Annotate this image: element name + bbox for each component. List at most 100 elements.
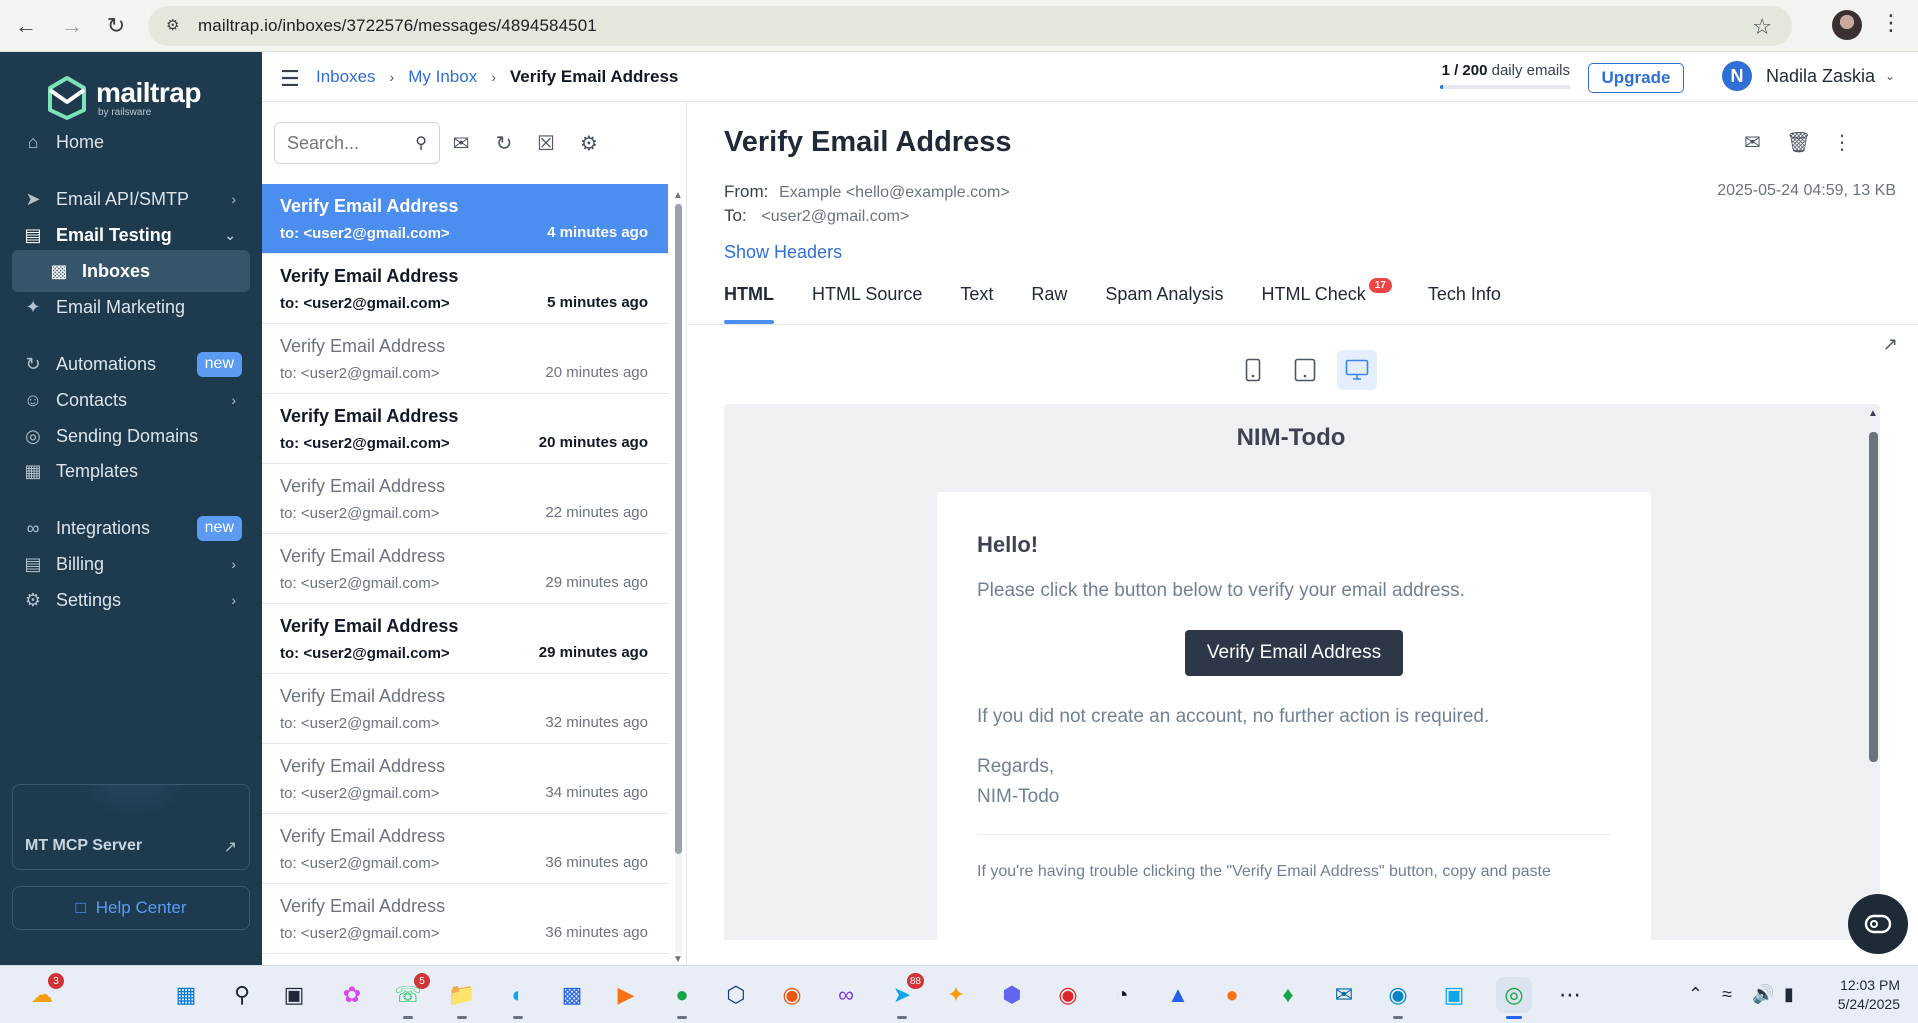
help-center-button[interactable]: □ Help Center	[12, 886, 250, 930]
list-item[interactable]: Verify Email Address to: <user2@gmail.com…	[262, 324, 668, 394]
list-item[interactable]: Verify Email Address to: <user2@gmail.com…	[262, 884, 668, 954]
volume-icon[interactable]: 🔊	[1752, 984, 1774, 1005]
obs-icon[interactable]: ◔	[1104, 977, 1140, 1013]
postman-icon[interactable]: ●	[1214, 977, 1250, 1013]
list-item[interactable]: Verify Email Address to: <user2@gmail.com…	[262, 604, 668, 674]
sidebar-item-home[interactable]: ⌂ Home	[12, 121, 250, 163]
copilot-icon[interactable]: ✿	[334, 977, 370, 1013]
visual-studio-icon[interactable]: ∞	[828, 977, 864, 1013]
outlook-icon[interactable]: ✉	[1326, 977, 1362, 1013]
scroll-down-arrow-icon[interactable]: ▼	[673, 954, 683, 965]
sidebar-item-settings[interactable]: ⚙ Settings ›	[12, 579, 250, 621]
breadcrumb-my-inbox[interactable]: My Inbox	[408, 67, 477, 87]
tab-raw[interactable]: Raw	[1031, 284, 1067, 324]
preview-scrollbar-thumb[interactable]	[1869, 432, 1878, 762]
mark-all-read-icon[interactable]: ✉	[448, 130, 474, 156]
tools-app-icon[interactable]: ✦	[938, 977, 974, 1013]
tab-html[interactable]: HTML	[724, 284, 774, 324]
running-indicator	[1393, 1016, 1403, 1019]
tab-html-source[interactable]: HTML Source	[812, 284, 922, 324]
url-text[interactable]: mailtrap.io/inboxes/3722576/messages/489…	[198, 16, 597, 36]
chrome-icon[interactable]: ◎	[1496, 977, 1532, 1019]
tray-chevron-up-icon[interactable]: ⌃	[1688, 984, 1703, 1005]
forward-email-icon[interactable]: ✉	[1744, 130, 1761, 155]
support-chat-button[interactable]	[1848, 894, 1908, 954]
open-in-new-window-icon[interactable]: ↗	[1883, 334, 1898, 355]
more-options-icon[interactable]: ⋮	[1832, 130, 1852, 155]
desktop-view-button[interactable]	[1337, 350, 1377, 390]
address-bar[interactable]: ⚙ mailtrap.io/inboxes/3722576/messages/4…	[148, 6, 1792, 46]
file-explorer-icon[interactable]: 📁	[444, 977, 480, 1019]
telegram-icon[interactable]: ➤ 88	[884, 973, 924, 1019]
list-item[interactable]: Verify Email Address to: <user2@gmail.com…	[262, 184, 668, 254]
list-item[interactable]: Verify Email Address to: <user2@gmail.com…	[262, 394, 668, 464]
list-item[interactable]: Verify Email Address to: <user2@gmail.com…	[262, 534, 668, 604]
list-item[interactable]: Verify Email Address to: <user2@gmail.com…	[262, 254, 668, 324]
mcp-server-card[interactable]: MT MCP Server ↗	[12, 784, 250, 870]
task-view-icon[interactable]: ▣	[276, 977, 312, 1013]
mailtrap-logo[interactable]: mailtrap by railsware	[46, 76, 201, 120]
tab-tech-info[interactable]: Tech Info	[1428, 284, 1501, 324]
forward-arrow-icon[interactable]: →	[56, 10, 88, 42]
preview-scrollbar[interactable]: ▲	[1866, 404, 1880, 940]
upgrade-button[interactable]: Upgrade	[1588, 63, 1684, 93]
list-item[interactable]: Verify Email Address to: <user2@gmail.com…	[262, 464, 668, 534]
search-icon[interactable]: ⚲	[415, 133, 427, 153]
sidebar-item-templates[interactable]: ▦ Templates	[12, 450, 250, 492]
sidebar-item-email-marketing[interactable]: ✦ Email Marketing	[12, 286, 250, 328]
battery-icon[interactable]: ▮	[1784, 984, 1794, 1005]
mongodb-icon[interactable]: ♦	[1270, 977, 1306, 1013]
browser-profile-avatar[interactable]	[1832, 10, 1862, 40]
clear-inbox-icon[interactable]: ☒	[533, 130, 559, 156]
scrollbar-thumb[interactable]	[675, 204, 682, 854]
browser-menu-icon[interactable]: ⋮	[1880, 10, 1902, 36]
app-store-icon[interactable]: ▲	[1160, 977, 1196, 1013]
edge-icon[interactable]: ◐	[500, 977, 536, 1019]
cube-app-icon[interactable]: ⬢	[994, 977, 1030, 1013]
refresh-icon[interactable]: ↻	[491, 130, 517, 156]
inbox-settings-gear-icon[interactable]: ⚙	[576, 130, 602, 156]
tablet-view-button[interactable]	[1285, 350, 1325, 390]
docker-icon[interactable]: ▣	[1436, 977, 1472, 1013]
user-menu[interactable]: N Nadila Zaskia ⌄	[1722, 61, 1895, 91]
system-clock[interactable]: 12:03 PM 5/24/2025	[1826, 976, 1900, 1014]
whatsapp-icon[interactable]: ☏ 5	[390, 973, 430, 1019]
breadcrumb-inboxes[interactable]: Inboxes	[316, 67, 376, 87]
chevron-right-icon: ›	[231, 556, 236, 572]
tab-html-check[interactable]: HTML Check 17	[1261, 278, 1392, 324]
logo-subtext: by railsware	[98, 106, 152, 118]
weather-icon[interactable]: ☁ 3	[24, 973, 64, 1013]
verify-email-button[interactable]: Verify Email Address	[1184, 630, 1404, 676]
mobile-view-button[interactable]	[1233, 350, 1273, 390]
record-app-icon[interactable]: ◉	[1050, 977, 1086, 1013]
tab-spam-analysis[interactable]: Spam Analysis	[1105, 284, 1223, 324]
search-icon[interactable]: ⚲	[224, 977, 260, 1013]
site-settings-icon[interactable]: ⚙	[166, 17, 184, 35]
search-box[interactable]: ⚲	[274, 122, 440, 164]
list-scrollbar[interactable]: ▲ ▼	[672, 190, 684, 965]
search-input[interactable]	[287, 132, 407, 154]
spotify-icon[interactable]: ●	[664, 977, 700, 1019]
trash-icon[interactable]: 🗑	[1786, 130, 1811, 155]
hamburger-menu-icon[interactable]: ☰	[280, 66, 300, 92]
store-icon[interactable]: ▩	[554, 977, 590, 1013]
reload-icon[interactable]: ↻	[100, 10, 132, 42]
more-apps-icon[interactable]: ⋯	[1552, 977, 1588, 1013]
tab-text[interactable]: Text	[960, 284, 993, 324]
windows-start-icon[interactable]: ▦	[168, 977, 204, 1013]
virtualbox-icon[interactable]: ⬡	[718, 977, 754, 1013]
elephant-app-icon[interactable]: ◉	[1380, 977, 1416, 1019]
media-player-icon[interactable]: ▶	[608, 977, 644, 1013]
firefox-icon[interactable]: ◉	[774, 977, 810, 1013]
back-arrow-icon[interactable]: ←	[10, 10, 42, 42]
list-item[interactable]: Verify Email Address to: <user2@gmail.com…	[262, 674, 668, 744]
list-item[interactable]: Verify Email Address to: <user2@gmail.com…	[262, 814, 668, 884]
bookmark-star-icon[interactable]: ☆	[1752, 14, 1772, 40]
show-headers-link[interactable]: Show Headers	[724, 242, 842, 263]
scroll-up-arrow-icon[interactable]: ▲	[1868, 408, 1878, 419]
wifi-icon[interactable]: ≈	[1722, 984, 1732, 1005]
scroll-up-arrow-icon[interactable]: ▲	[673, 190, 683, 201]
list-item[interactable]: Verify Email Address to: <user2@gmail.com…	[262, 744, 668, 814]
email-brand-header[interactable]: NIM-Todo	[724, 424, 1858, 452]
globe-icon: ◎	[25, 425, 41, 446]
